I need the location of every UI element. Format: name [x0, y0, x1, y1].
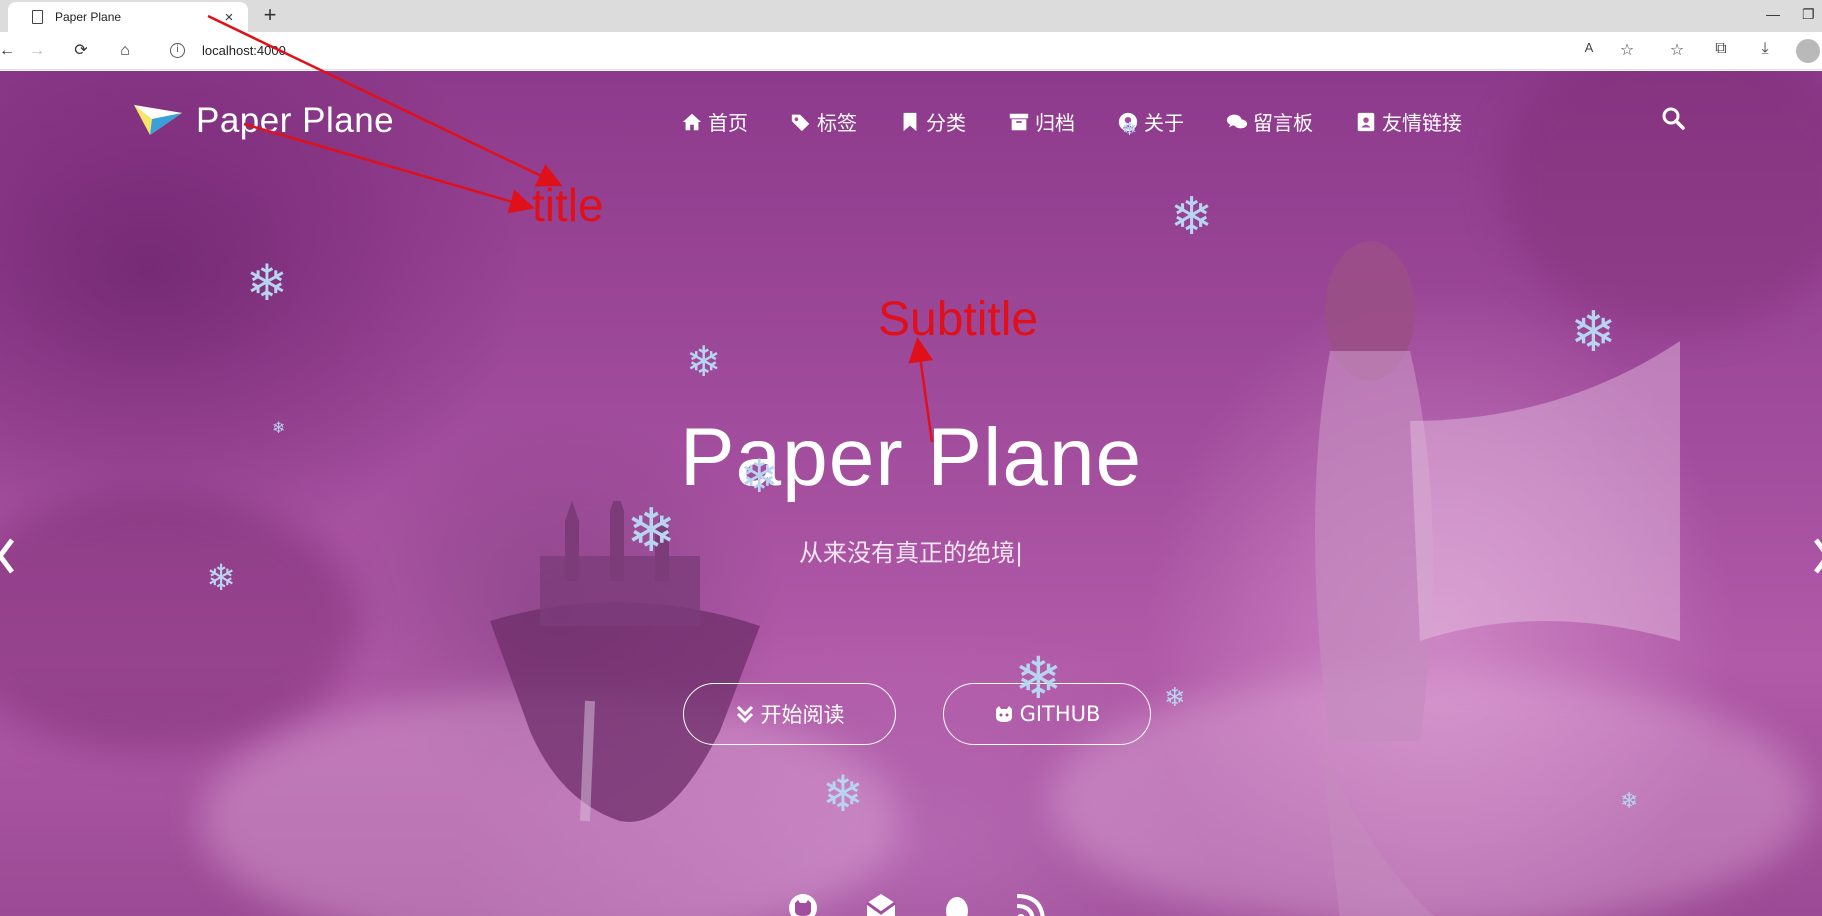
- favorites-icon[interactable]: ☆: [1666, 40, 1688, 60]
- snowflake-icon: ❄: [1170, 187, 1214, 247]
- browser-tab-bar: Paper Plane × + — ❐: [0, 0, 1822, 32]
- url-text: localhost:4000: [202, 43, 286, 58]
- restore-icon[interactable]: ❐: [1802, 6, 1815, 23]
- nav-friend-links[interactable]: 友情链接: [1355, 107, 1462, 136]
- bookmark-icon: [903, 112, 917, 131]
- downloads-icon[interactable]: ⤓: [1754, 40, 1776, 58]
- carousel-prev-icon[interactable]: [0, 536, 16, 576]
- snowflake-icon: ❄: [246, 254, 288, 312]
- snowflake-icon: ❄: [1014, 644, 1063, 712]
- snowflake-icon: ❄: [206, 558, 237, 599]
- site-title-link[interactable]: Paper Plane: [196, 101, 394, 141]
- minimize-icon[interactable]: —: [1766, 6, 1780, 22]
- email-icon[interactable]: [864, 891, 898, 916]
- nav-label: 标签: [817, 111, 857, 135]
- site-info-icon[interactable]: i: [170, 43, 185, 58]
- browser-tab[interactable]: Paper Plane ×: [8, 2, 248, 32]
- new-tab-button[interactable]: +: [258, 4, 282, 28]
- back-icon[interactable]: ←: [0, 40, 18, 62]
- snowflake-icon: ❄: [740, 449, 779, 503]
- browser-toolbar: ← → ⟳ ⌂ i localhost:4000 A ☆ ☆ ⧉ ⤓: [0, 32, 1822, 70]
- site-navbar: Paper Plane 首页 标签 分类 归档 关于 留言板 友情链接: [0, 71, 1822, 151]
- hero-subtitle: 从来没有真正的绝境|: [798, 539, 1024, 567]
- tab-title: Paper Plane: [55, 10, 122, 24]
- address-book-icon: [1357, 112, 1375, 131]
- nav-categories[interactable]: 分类: [899, 107, 966, 136]
- github-icon[interactable]: [786, 891, 820, 916]
- tab-close-button[interactable]: ×: [220, 9, 238, 26]
- nav-archives[interactable]: 归档: [1008, 107, 1075, 136]
- nav-home[interactable]: 首页: [681, 107, 748, 136]
- nav-guestbook[interactable]: 留言板: [1226, 107, 1313, 136]
- snowflake-icon: ❄: [272, 418, 286, 437]
- start-reading-button[interactable]: 开始阅读: [683, 683, 896, 745]
- paper-plane-logo-icon[interactable]: [134, 101, 182, 135]
- comments-icon: [1226, 114, 1248, 128]
- read-aloud-icon[interactable]: A: [1578, 40, 1600, 55]
- nav-label: 关于: [1144, 111, 1184, 135]
- add-favorite-icon[interactable]: ☆: [1616, 40, 1638, 60]
- rss-icon[interactable]: [1014, 891, 1048, 916]
- snowflake-icon: ❄: [1164, 683, 1186, 713]
- nav-label: 友情链接: [1382, 111, 1462, 135]
- hero-page: Paper Plane 首页 标签 分类 归档 关于 留言板 友情链接 Pape…: [0, 71, 1822, 916]
- page-icon: [32, 10, 43, 24]
- snowflake-icon: ❄: [686, 337, 722, 386]
- nav-label: 归档: [1035, 111, 1075, 135]
- collections-icon[interactable]: ⧉: [1710, 40, 1732, 58]
- nav-label: 留言板: [1253, 111, 1313, 135]
- snowflake-icon: ❄: [1122, 119, 1138, 140]
- double-chevron-down-icon: [736, 705, 753, 724]
- nav-label: 首页: [708, 111, 748, 135]
- home-icon: [682, 113, 702, 130]
- annotation-title: title: [532, 179, 604, 231]
- nav-label: 分类: [926, 111, 966, 135]
- start-reading-label: 开始阅读: [760, 703, 845, 727]
- archive-icon: [1009, 113, 1029, 130]
- qq-icon[interactable]: [940, 891, 974, 916]
- address-bar[interactable]: i localhost:4000: [152, 36, 1602, 66]
- home-browser-icon[interactable]: ⌂: [114, 40, 136, 62]
- tags-icon: [791, 114, 810, 131]
- snowflake-icon: ❄: [1620, 789, 1639, 814]
- carousel-next-icon[interactable]: [1812, 536, 1822, 576]
- main-navigation: 首页 标签 分类 归档 关于 留言板 友情链接: [639, 107, 1462, 136]
- snowflake-icon: ❄: [1570, 300, 1617, 365]
- woman-figure-image: [1315, 241, 1680, 916]
- github-icon: [995, 706, 1012, 722]
- forward-icon[interactable]: →: [26, 40, 48, 62]
- nav-tags[interactable]: 标签: [790, 107, 857, 136]
- profile-avatar[interactable]: [1796, 39, 1820, 63]
- background-cloud: [0, 491, 360, 751]
- reload-icon[interactable]: ⟳: [70, 40, 92, 62]
- annotation-subtitle: Subtitle: [878, 293, 1039, 346]
- snowflake-icon: ❄: [822, 765, 864, 823]
- search-icon[interactable]: [1660, 105, 1686, 131]
- snowflake-icon: ❄: [626, 496, 677, 566]
